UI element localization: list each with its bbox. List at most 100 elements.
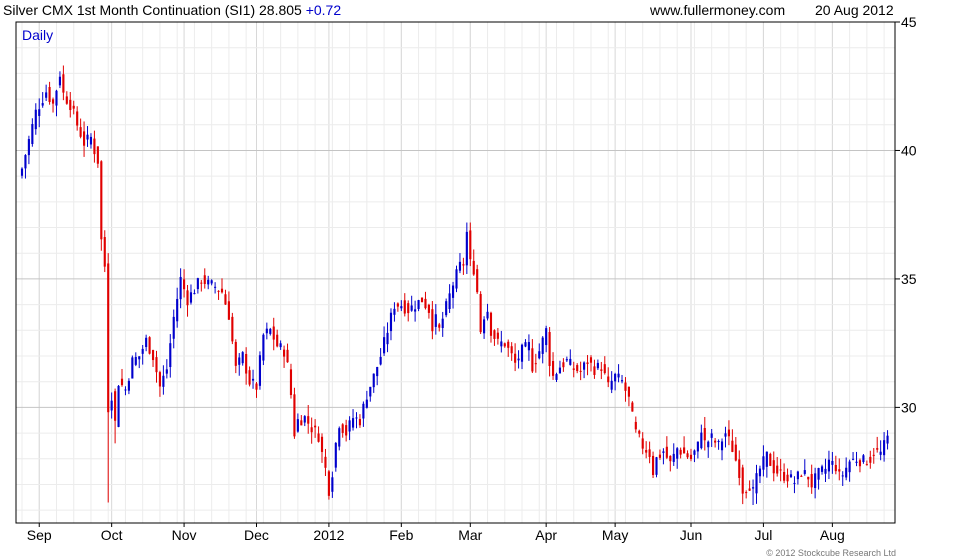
candle-up [55, 90, 58, 106]
candle-up [131, 357, 134, 379]
candle-down [772, 460, 775, 474]
candle-down [314, 425, 317, 428]
candle-down [79, 127, 82, 137]
candle-up [883, 440, 886, 456]
candle-down [469, 230, 472, 260]
candle-up [348, 420, 351, 432]
candle-up [331, 477, 334, 492]
x-tick-label: Mar [458, 527, 482, 543]
candle-down [283, 349, 286, 357]
candle-down [293, 394, 296, 437]
candle-down [531, 348, 534, 372]
candle-down [769, 453, 772, 466]
candle-down [255, 383, 258, 390]
candle-down [593, 366, 596, 375]
candle-up [614, 373, 617, 382]
candle-up [179, 276, 182, 300]
period-label: Daily [22, 27, 53, 43]
candle-up [520, 344, 524, 362]
candle-down [496, 332, 499, 339]
candle-down [93, 138, 96, 155]
candle-up [672, 453, 675, 462]
candle-up [393, 308, 396, 315]
candle-up [827, 459, 830, 472]
candle-up [448, 293, 451, 310]
candle-up [555, 374, 558, 380]
candle-up [169, 343, 172, 368]
candle-up [696, 441, 699, 452]
candle-down [310, 427, 313, 433]
candle-up [545, 328, 548, 346]
candle-up [483, 319, 486, 334]
candle-down [272, 326, 275, 340]
candle-up [693, 450, 696, 455]
candle-down [158, 372, 162, 387]
candle-up [886, 435, 889, 444]
x-tick-label: Jul [754, 527, 772, 543]
candle-down [396, 303, 399, 307]
candle-down [641, 438, 644, 449]
candle-up [89, 136, 93, 145]
candle-up [58, 76, 62, 86]
x-tick-label: Jun [680, 527, 703, 543]
copyright-notice: © 2012 Stockcube Research Ltd [766, 548, 896, 558]
candle-down [114, 391, 117, 421]
candle-up [24, 155, 27, 169]
y-tick-label: 30 [901, 399, 917, 415]
candle-down [220, 288, 224, 293]
candle-up [751, 487, 755, 489]
x-tick-label: 2012 [313, 527, 344, 543]
candle-up [655, 457, 658, 475]
candle-up [610, 380, 613, 390]
candle-up [117, 385, 120, 427]
candle-up [193, 293, 196, 295]
candle-down [731, 440, 734, 452]
candle-up [207, 279, 210, 285]
candle-up [162, 375, 165, 387]
candle-down [489, 312, 493, 336]
candle-up [379, 356, 382, 365]
candle-down [551, 360, 555, 376]
candle-down [76, 111, 79, 126]
candle-down [245, 353, 248, 374]
candle-up [369, 386, 372, 397]
candle-down [320, 436, 324, 452]
candle-down [289, 369, 293, 396]
candle-up [355, 417, 358, 419]
y-tick-label: 35 [901, 271, 917, 287]
candle-up [486, 311, 489, 319]
candle-down [738, 459, 741, 478]
candle-up [817, 468, 820, 480]
candle-down [51, 99, 55, 104]
candle-down [634, 421, 637, 430]
candle-up [38, 109, 41, 116]
candle-up [417, 300, 420, 310]
candle-down [686, 453, 689, 458]
candle-down [120, 378, 124, 386]
candle-down [734, 444, 737, 461]
candle-up [558, 367, 562, 374]
candle-up [662, 451, 665, 453]
candle-down [624, 382, 627, 391]
candle-down [224, 294, 227, 305]
candle-down [317, 433, 320, 442]
candle-down [155, 357, 158, 373]
candle-down [834, 464, 837, 472]
candle-up [241, 352, 244, 364]
candle-down [100, 161, 103, 240]
candle-down [403, 300, 406, 314]
candle-up [617, 373, 620, 378]
candle-up [414, 309, 417, 312]
candle-down [407, 303, 410, 314]
candle-down [865, 464, 868, 466]
candle-down [648, 449, 651, 457]
candle-up [724, 433, 727, 437]
candle-down [420, 297, 424, 303]
candle-down [286, 349, 289, 363]
candle-down [669, 455, 672, 462]
candle-up [134, 356, 137, 365]
candle-down [72, 105, 75, 109]
candle-up [31, 124, 34, 144]
candle-up [172, 316, 175, 339]
candle-up [362, 403, 365, 419]
